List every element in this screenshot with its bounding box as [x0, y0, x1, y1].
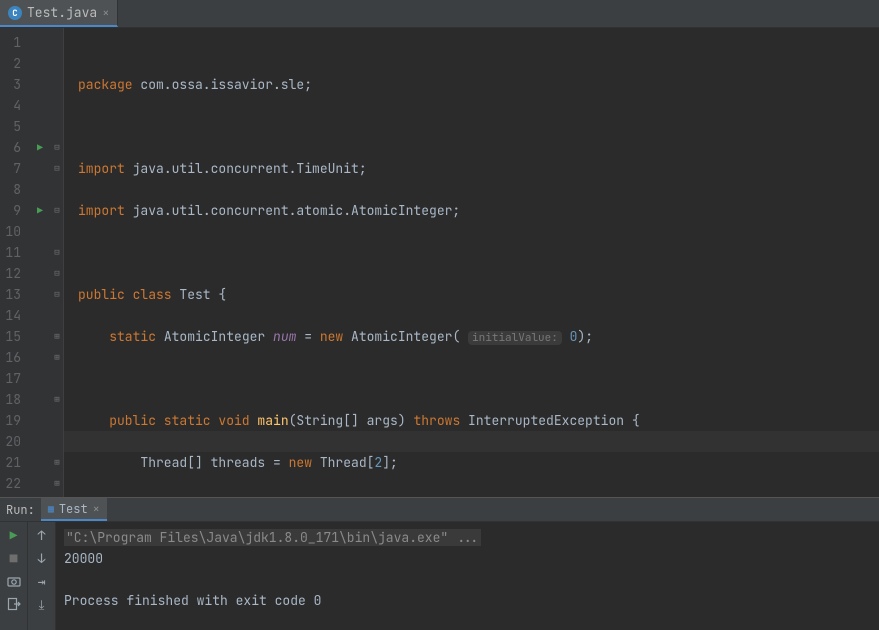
current-line-highlight — [64, 431, 879, 452]
fold-toggle-icon[interactable]: ⊟ — [50, 263, 63, 284]
run-toolbar: ▶ ■ — [0, 522, 28, 630]
fold-toggle-icon[interactable]: ⊞ — [50, 389, 63, 410]
rerun-icon[interactable]: ▶ — [6, 527, 22, 543]
console-output[interactable]: "C:\Program Files\Java\jdk1.8.0_171\bin\… — [56, 522, 879, 630]
line-number-gutter: 12345678910111213141516171819202122 — [0, 28, 30, 497]
run-tool-header: Run: ▦ Test × — [0, 498, 879, 522]
fold-toggle-icon[interactable]: ⊞ — [50, 473, 63, 494]
console-toolbar: ↑ ↓ ⇥ ⤓ — [28, 522, 56, 630]
down-icon[interactable]: ↓ — [34, 550, 50, 566]
fold-gutter: ⊟⊟⊟⊟⊟⊟⊞⊞⊞⊞⊞ — [50, 28, 64, 497]
fold-toggle-icon[interactable]: ⊟ — [50, 158, 63, 179]
fold-toggle-icon[interactable]: ⊟ — [50, 200, 63, 221]
editor-tab-bar: C Test.java × — [0, 0, 879, 28]
camera-icon[interactable] — [6, 573, 22, 589]
class-icon: C — [8, 6, 22, 20]
fold-toggle-icon[interactable]: ⊞ — [50, 347, 63, 368]
fold-toggle-icon[interactable]: ⊟ — [50, 137, 63, 158]
run-config-tab[interactable]: ▦ Test × — [41, 498, 107, 521]
soft-wrap-icon[interactable]: ⇥ — [34, 573, 50, 589]
close-icon[interactable]: × — [102, 7, 109, 19]
run-tool-title: Run: — [6, 502, 35, 518]
fold-toggle-icon[interactable]: ⊟ — [50, 242, 63, 263]
run-config-icon: ▦ — [48, 502, 54, 515]
exit-icon[interactable] — [6, 596, 22, 612]
run-gutter: ▶▶ — [30, 28, 50, 497]
code-editor[interactable]: 12345678910111213141516171819202122 ▶▶ ⊟… — [0, 28, 879, 497]
stop-icon[interactable]: ■ — [6, 550, 22, 566]
up-icon[interactable]: ↑ — [34, 527, 50, 543]
run-gutter-icon[interactable]: ▶ — [37, 137, 43, 158]
run-tool-window: Run: ▦ Test × ▶ ■ ↑ ↓ ⇥ ⤓ "C:\Program Fi… — [0, 497, 879, 630]
code-area[interactable]: package com.ossa.issavior.sle; import ja… — [64, 28, 879, 497]
fold-toggle-icon[interactable]: ⊞ — [50, 452, 63, 473]
tab-filename: Test.java — [27, 4, 97, 21]
close-icon[interactable]: × — [93, 501, 100, 517]
run-gutter-icon[interactable]: ▶ — [37, 200, 43, 221]
fold-toggle-icon[interactable]: ⊟ — [50, 284, 63, 305]
fold-toggle-icon[interactable]: ⊞ — [50, 326, 63, 347]
run-config-name: Test — [59, 501, 88, 517]
scroll-end-icon[interactable]: ⤓ — [34, 596, 50, 612]
editor-tab-test-java[interactable]: C Test.java × — [0, 0, 118, 27]
